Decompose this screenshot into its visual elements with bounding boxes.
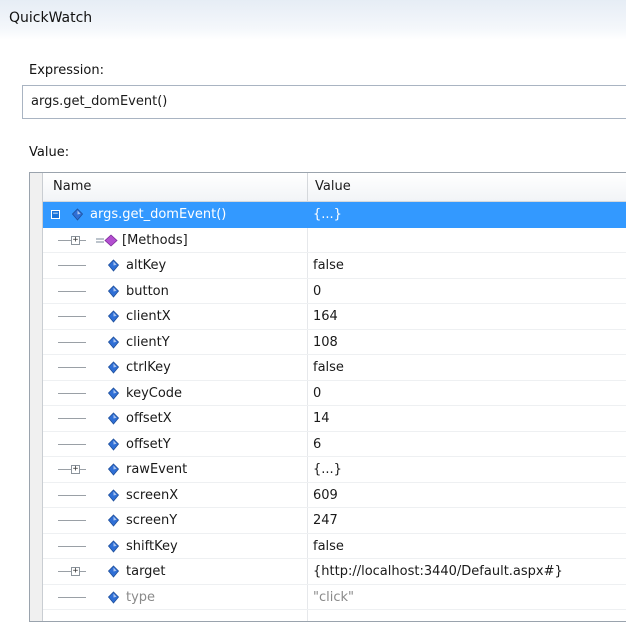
table-row[interactable]: screenY 247: [43, 508, 626, 534]
row-value[interactable]: false: [313, 539, 344, 554]
table-row[interactable]: clientY 108: [43, 330, 626, 355]
table-row[interactable]: + rawEvent {...}: [43, 457, 626, 483]
grid-gutter: [30, 173, 43, 621]
row-value[interactable]: {...}: [313, 207, 342, 222]
row-value[interactable]: false: [313, 258, 344, 273]
row-value[interactable]: 6: [313, 437, 321, 452]
row-name: screenX: [126, 487, 179, 503]
row-value[interactable]: {...}: [313, 462, 342, 477]
property-icon: [107, 488, 120, 502]
tree-connector-line: [58, 265, 86, 266]
row-name: clientY: [126, 334, 170, 350]
property-icon: [107, 539, 120, 553]
row-value[interactable]: 247: [313, 513, 338, 528]
tree-connector-line: [58, 494, 86, 496]
tree-connector-line: [58, 316, 86, 317]
watch-grid[interactable]: Name Value − args.get_domEvent() {...} + [Me…: [29, 172, 626, 622]
expression-label: Expression:: [29, 63, 104, 78]
table-row[interactable]: type "click": [43, 585, 626, 610]
row-name: type: [126, 589, 156, 605]
row-value[interactable]: false: [313, 360, 344, 375]
row-name: [Methods]: [122, 232, 188, 248]
expand-icon[interactable]: +: [71, 235, 80, 245]
tree-connector-line: [58, 520, 86, 521]
row-name: offsetY: [126, 436, 171, 452]
property-icon: [107, 335, 120, 349]
row-name: rawEvent: [126, 462, 188, 477]
row-name: altKey: [126, 258, 167, 273]
grid-rows: − args.get_domEvent() {...} + [Methods] altKe…: [43, 202, 626, 610]
column-header-value[interactable]: Value: [315, 179, 351, 194]
row-name: keyCode: [126, 385, 183, 401]
property-icon: [107, 565, 120, 578]
row-value[interactable]: "click": [313, 590, 354, 605]
row-value[interactable]: {http://localhost:3440/Default.aspx#}: [313, 564, 563, 579]
table-row[interactable]: ctrlKey false: [43, 355, 626, 381]
table-row[interactable]: clientX 164: [43, 304, 626, 330]
row-value[interactable]: 609: [313, 488, 338, 503]
column-divider[interactable]: [307, 173, 308, 202]
grid-header: Name Value: [43, 173, 626, 202]
expression-input[interactable]: args.get_domEvent(): [22, 85, 626, 119]
table-row[interactable]: + target {http://localhost:3440/Default.as…: [43, 559, 626, 585]
tree-connector-line: [58, 596, 86, 598]
table-row[interactable]: keyCode 0: [43, 381, 626, 406]
column-header-name[interactable]: Name: [53, 179, 91, 194]
tree-connector-line: [58, 443, 86, 445]
property-icon: [107, 514, 120, 527]
row-name: screenY: [126, 513, 178, 528]
title-bar: QuickWatch: [0, 0, 626, 40]
tree-connector-line: [58, 418, 86, 419]
expand-icon[interactable]: +: [71, 465, 80, 474]
tree-connector-line: [58, 290, 86, 292]
row-name: shiftKey: [126, 538, 178, 554]
table-row[interactable]: + [Methods]: [43, 228, 626, 253]
row-value[interactable]: 108: [313, 335, 338, 350]
collapse-icon[interactable]: −: [51, 210, 60, 219]
window-title: QuickWatch: [9, 10, 93, 26]
methods-icon: [96, 233, 118, 247]
tree-connector-line: [58, 392, 86, 394]
row-value[interactable]: 14: [313, 411, 330, 426]
property-icon: [107, 463, 120, 476]
table-row[interactable]: altKey false: [43, 253, 626, 279]
expression-value: args.get_domEvent(): [31, 94, 168, 109]
tree-connector-line: [58, 545, 86, 547]
row-name: offsetX: [126, 411, 172, 426]
row-name: clientX: [126, 309, 171, 324]
property-icon: [107, 386, 120, 400]
row-name: target: [126, 564, 166, 579]
property-icon: [107, 310, 120, 323]
tree-connector-line: [58, 341, 86, 343]
table-row[interactable]: button 0: [43, 279, 626, 304]
property-icon: [107, 284, 120, 298]
property-icon: [71, 208, 84, 221]
row-name: ctrlKey: [126, 360, 171, 375]
table-row[interactable]: offsetX 14: [43, 406, 626, 432]
value-label: Value:: [29, 145, 70, 160]
table-row[interactable]: screenX 609: [43, 483, 626, 508]
property-icon: [107, 361, 120, 374]
table-row[interactable]: − args.get_domEvent() {...}: [43, 202, 626, 228]
table-row[interactable]: shiftKey false: [43, 534, 626, 559]
table-row[interactable]: offsetY 6: [43, 432, 626, 457]
property-icon: [107, 259, 120, 272]
expand-icon[interactable]: +: [71, 567, 80, 576]
row-value[interactable]: 0: [313, 386, 321, 401]
tree-connector-line: [58, 367, 86, 368]
property-icon: [107, 412, 120, 425]
row-name: args.get_domEvent(): [90, 207, 227, 222]
property-icon: [107, 437, 120, 451]
row-name: button: [126, 283, 169, 299]
row-value[interactable]: 164: [313, 309, 338, 324]
property-icon: [107, 590, 120, 604]
row-value[interactable]: 0: [313, 284, 321, 299]
